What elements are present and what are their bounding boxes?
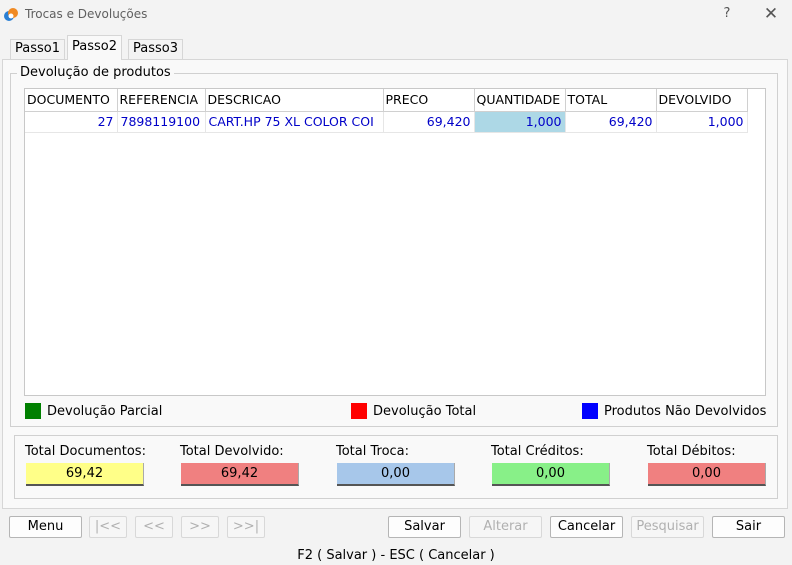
cell-devolvido[interactable]: 1,000 xyxy=(656,111,748,133)
grid-header: DOCUMENTO REFERENCIA DESCRICAO PRECO QUA… xyxy=(25,89,748,112)
legend-swatch-green xyxy=(25,403,41,419)
pesquisar-button[interactable]: Pesquisar xyxy=(631,516,704,538)
col-devolvido[interactable]: DEVOLVIDO xyxy=(656,89,748,112)
close-button[interactable]: ✕ xyxy=(758,3,784,25)
col-quantidade[interactable]: QUANTIDADE xyxy=(474,89,566,112)
col-documento[interactable]: DOCUMENTO xyxy=(25,89,118,112)
cell-total[interactable]: 69,420 xyxy=(565,111,657,133)
total-documentos-label: Total Documentos: xyxy=(25,444,146,459)
cell-preco[interactable]: 69,420 xyxy=(383,111,475,133)
tab-passo1[interactable]: Passo1 xyxy=(10,39,65,59)
help-button[interactable]: ? xyxy=(716,3,738,25)
total-troca-value: 0,00 xyxy=(337,463,455,486)
menu-button[interactable]: Menu xyxy=(9,516,82,538)
total-documentos-value: 69,42 xyxy=(26,463,144,486)
legend-swatch-blue xyxy=(582,403,598,419)
total-debitos-label: Total Débitos: xyxy=(647,444,736,459)
legend-label: Devolução Total xyxy=(373,404,477,419)
col-descricao[interactable]: DESCRICAO xyxy=(205,89,384,112)
legend-label: Devolução Parcial xyxy=(47,404,163,419)
first-record-button[interactable]: |<< xyxy=(89,516,127,538)
tab-passo3[interactable]: Passo3 xyxy=(128,39,183,59)
legend-label: Produtos Não Devolvidos xyxy=(604,404,767,419)
previous-record-button[interactable]: << xyxy=(135,516,173,538)
sair-button[interactable]: Sair xyxy=(712,516,785,538)
table-row[interactable]: 27 7898119100 CART.HP 75 XL COLOR COI 69… xyxy=(25,111,748,133)
legend-swatch-red xyxy=(351,403,367,419)
title-bar: Trocas e Devoluções ? ✕ xyxy=(0,0,792,30)
cell-quantidade[interactable]: 1,000 xyxy=(474,111,566,133)
total-debitos-value: 0,00 xyxy=(648,463,766,486)
total-devolvido-label: Total Devolvido: xyxy=(180,444,284,459)
status-bar: F2 ( Salvar ) - ESC ( Cancelar ) xyxy=(297,548,495,563)
next-record-button[interactable]: >> xyxy=(181,516,219,538)
total-troca-label: Total Troca: xyxy=(336,444,410,459)
cancelar-button[interactable]: Cancelar xyxy=(550,516,623,538)
salvar-button[interactable]: Salvar xyxy=(388,516,461,538)
group-title: Devolução de produtos xyxy=(17,65,174,80)
col-preco[interactable]: PRECO xyxy=(383,89,475,112)
window-title: Trocas e Devoluções xyxy=(25,7,148,21)
alterar-button[interactable]: Alterar xyxy=(469,516,542,538)
total-devolvido-value: 69,42 xyxy=(181,463,299,486)
cell-referencia[interactable]: 7898119100 xyxy=(117,111,206,133)
last-record-button[interactable]: >>| xyxy=(227,516,265,538)
tab-passo2[interactable]: Passo2 xyxy=(67,35,122,60)
col-total[interactable]: TOTAL xyxy=(565,89,657,112)
cell-descricao[interactable]: CART.HP 75 XL COLOR COI xyxy=(205,111,384,133)
total-creditos-value: 0,00 xyxy=(492,463,610,486)
products-grid[interactable]: DOCUMENTO REFERENCIA DESCRICAO PRECO QUA… xyxy=(24,88,766,396)
app-icon xyxy=(4,8,18,21)
col-referencia[interactable]: REFERENCIA xyxy=(117,89,206,112)
cell-documento[interactable]: 27 xyxy=(25,111,118,133)
total-creditos-label: Total Créditos: xyxy=(491,444,584,459)
